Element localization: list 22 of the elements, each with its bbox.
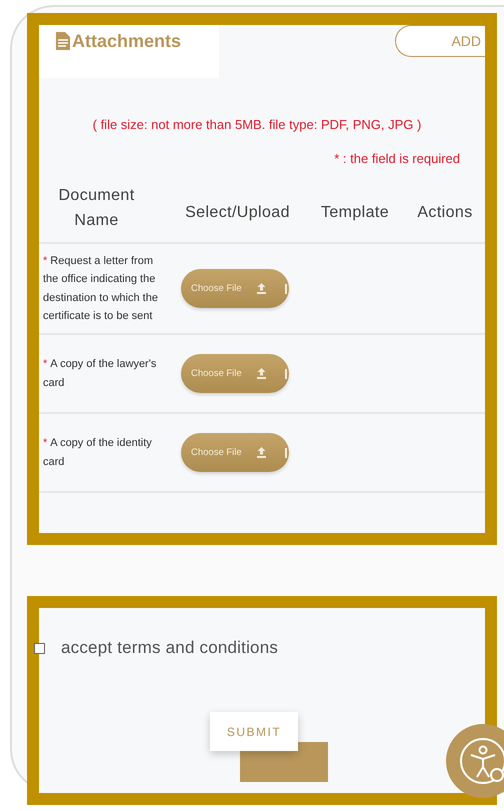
document-name: * Request a letter from the office indicating the destination to which the certificate is to be sent xyxy=(43,254,158,324)
choose-file-button[interactable]: Choose File xyxy=(181,433,289,472)
document-name: * A copy of the identity card xyxy=(43,436,153,470)
upload-icon xyxy=(256,368,267,380)
add-button[interactable]: ADD xyxy=(395,25,485,57)
terms-label: accept terms and conditions xyxy=(61,638,278,658)
column-header: Select/Upload xyxy=(170,183,305,244)
choose-file-button[interactable]: Choose File xyxy=(181,354,289,394)
upload-icon xyxy=(256,447,267,458)
accessibility-button[interactable] xyxy=(446,724,504,798)
column-header: Document Name xyxy=(39,183,170,244)
document-name: * A copy of the lawyer's card xyxy=(43,357,158,391)
terms-checkbox[interactable] xyxy=(34,642,45,654)
column-header: Template xyxy=(305,183,405,244)
section-title: Attachments xyxy=(72,31,182,52)
file-limits-note: ( file size: not more than 5MB. file type: PDF, PNG, JPG ) xyxy=(92,117,422,132)
required-note: * : the field is required xyxy=(333,151,461,166)
upload-icon xyxy=(256,283,267,294)
submit-button[interactable]: SUBMIT xyxy=(210,712,298,751)
column-header: Actions xyxy=(405,183,485,244)
choose-file-button[interactable]: Choose File xyxy=(181,269,289,308)
document-icon xyxy=(55,31,71,51)
